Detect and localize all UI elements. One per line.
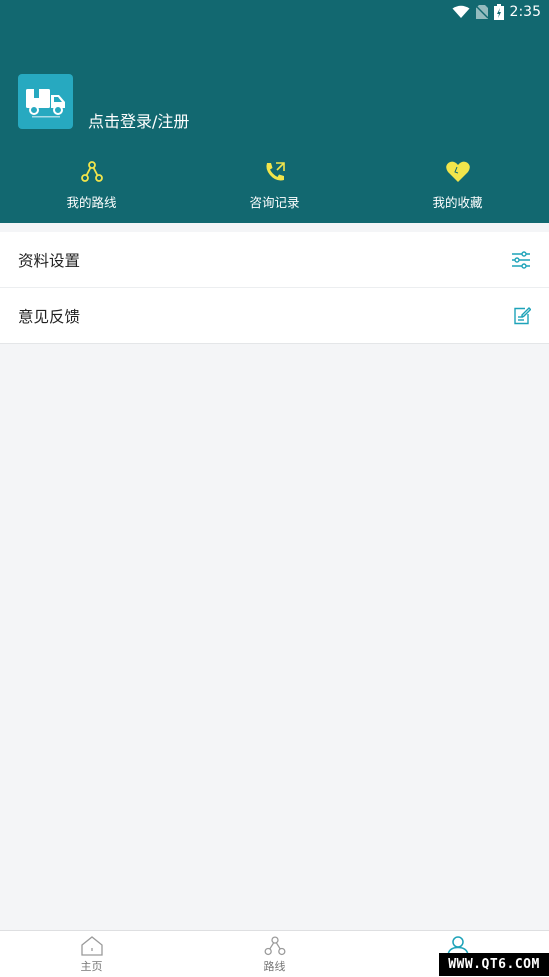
- tab-label: 路线: [263, 960, 286, 973]
- tab-label: 主页: [80, 960, 103, 973]
- quick-nav-my-favorites[interactable]: 我的收藏: [366, 158, 549, 213]
- tab-home[interactable]: 主页: [0, 931, 183, 977]
- menu-item-label: 意见反馈: [18, 307, 81, 326]
- avatar[interactable]: [18, 74, 73, 129]
- menu-item-feedback[interactable]: 意见反馈: [0, 288, 549, 344]
- wifi-icon: [452, 5, 470, 18]
- settings-menu: 资料设置 意见反馈: [0, 232, 549, 344]
- status-time: 2:35: [509, 4, 541, 20]
- login-register-link[interactable]: 点击登录/注册: [88, 108, 189, 132]
- truck-icon: [25, 88, 65, 117]
- route-icon: [264, 936, 285, 956]
- phone-history-icon: [265, 162, 285, 181]
- menu-item-profile-settings[interactable]: 资料设置: [0, 232, 549, 288]
- quick-nav: 我的路线 咨询记录 我的收藏: [0, 158, 549, 213]
- quick-nav-label: 我的收藏: [432, 195, 483, 210]
- route-icon: [80, 161, 103, 182]
- tab-routes[interactable]: 路线: [183, 931, 366, 977]
- section-divider: [0, 223, 549, 232]
- home-icon: [80, 936, 103, 956]
- quick-nav-label: 咨询记录: [249, 195, 300, 210]
- battery-charging-icon: [493, 4, 504, 20]
- heart-icon: [445, 161, 470, 182]
- quick-nav-consult-records[interactable]: 咨询记录: [183, 158, 366, 213]
- quick-nav-label: 我的路线: [66, 195, 117, 210]
- settings-sliders-icon: [512, 250, 530, 269]
- site-watermark: WWW.QT6.COM: [439, 953, 549, 976]
- quick-nav-my-routes[interactable]: 我的路线: [0, 158, 183, 213]
- menu-item-label: 资料设置: [18, 251, 81, 270]
- profile-header: 2:35 点击登录/注册 我的路线 咨询记录 我的收藏: [0, 0, 549, 223]
- no-sim-icon: [475, 5, 488, 19]
- status-bar: 2:35: [452, 2, 541, 22]
- feedback-edit-icon: [514, 306, 531, 324]
